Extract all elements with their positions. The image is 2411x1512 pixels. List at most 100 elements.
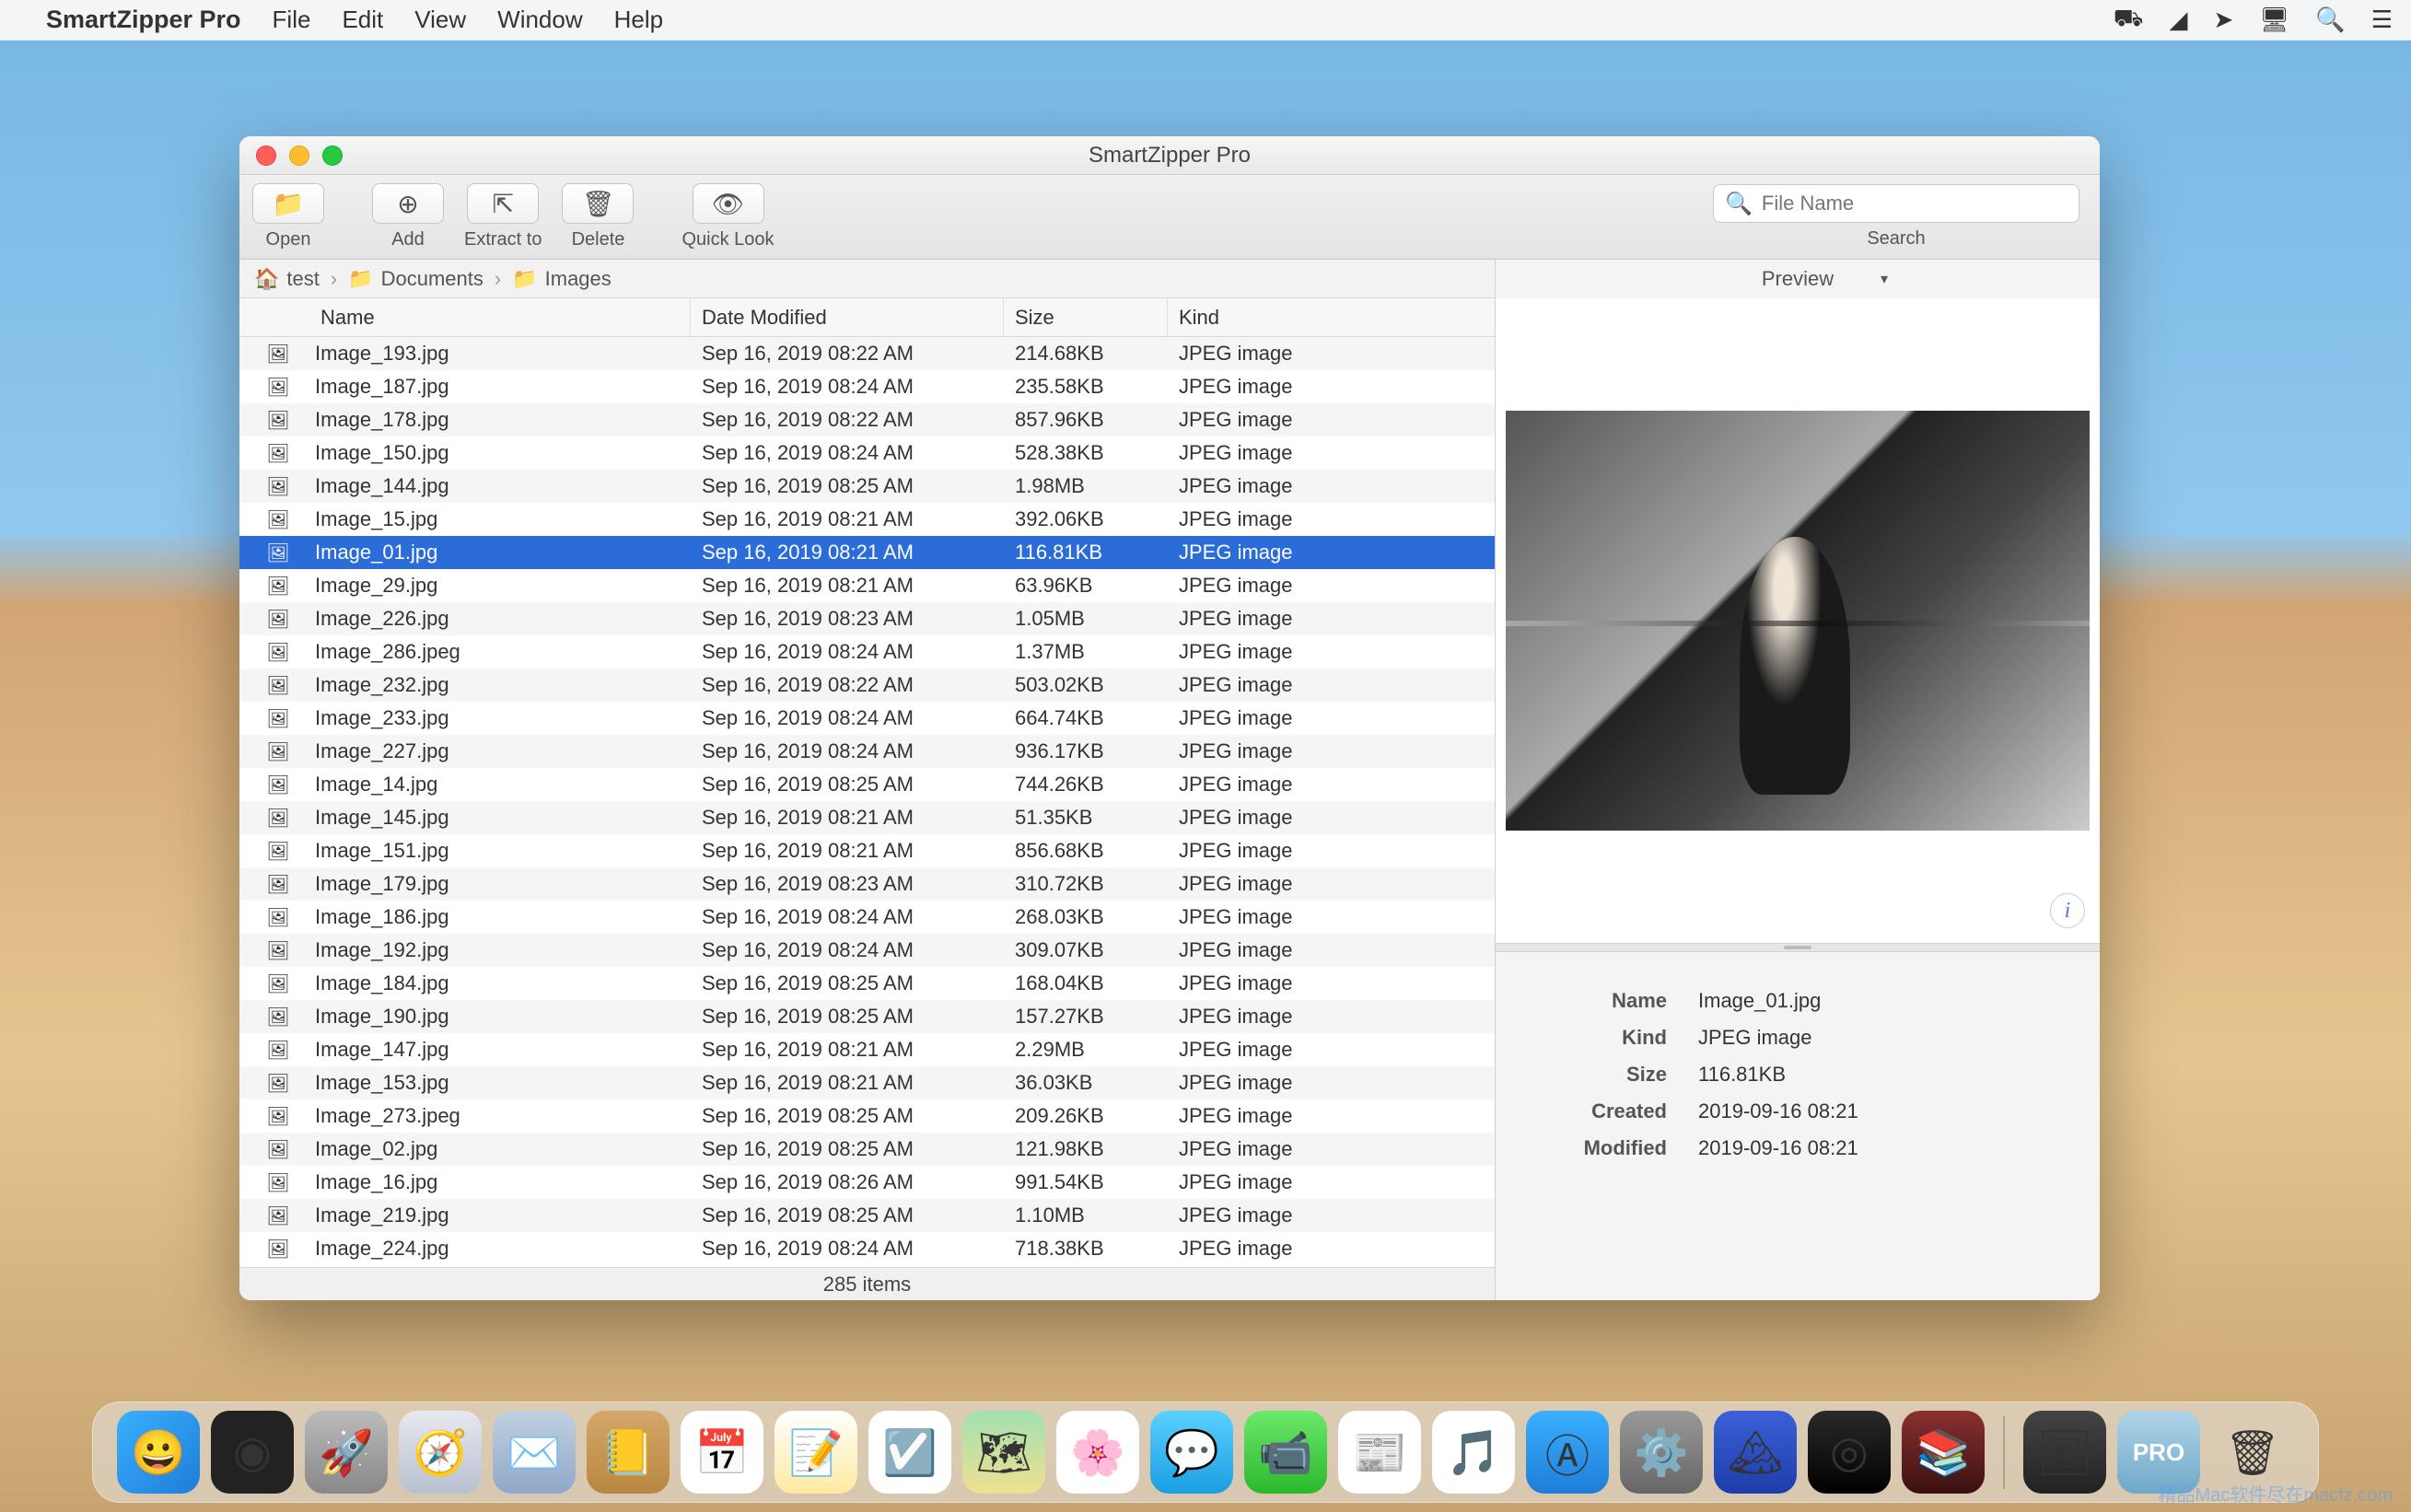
file-size: 209.26KB xyxy=(1004,1104,1168,1128)
preview-image[interactable] xyxy=(1506,411,2090,831)
file-date: Sep 16, 2019 08:24 AM xyxy=(691,706,1004,730)
info-icon[interactable]: i xyxy=(2050,893,2085,928)
table-row[interactable]: 🖼Image_145.jpgSep 16, 2019 08:21 AM51.35… xyxy=(239,801,1495,834)
table-row[interactable]: 🖼Image_186.jpgSep 16, 2019 08:24 AM268.0… xyxy=(239,901,1495,934)
menu-view[interactable]: View xyxy=(414,6,466,34)
table-row[interactable]: 🖼Image_226.jpgSep 16, 2019 08:23 AM1.05M… xyxy=(239,602,1495,635)
meta-modified-label: Modified xyxy=(1514,1136,1698,1160)
file-kind: JPEG image xyxy=(1168,1038,1495,1062)
table-row[interactable]: 🖼Image_286.jpegSep 16, 2019 08:24 AM1.37… xyxy=(239,635,1495,669)
file-name: Image_145.jpg xyxy=(291,806,691,830)
dock-safari[interactable]: 🧭 xyxy=(399,1411,482,1494)
display-icon[interactable]: 🖥 xyxy=(2259,6,2289,34)
dock-app1[interactable]: 🏔 xyxy=(1714,1411,1797,1494)
table-row[interactable]: 🖼Image_187.jpgSep 16, 2019 08:24 AM235.5… xyxy=(239,370,1495,403)
table-row[interactable]: 🖼Image_144.jpgSep 16, 2019 08:25 AM1.98M… xyxy=(239,470,1495,503)
dock-minimized[interactable]: 🖼 xyxy=(2023,1411,2106,1494)
dock-launchpad[interactable]: 🚀 xyxy=(305,1411,388,1494)
table-row[interactable]: 🖼Image_227.jpgSep 16, 2019 08:24 AM936.1… xyxy=(239,735,1495,768)
column-name[interactable]: Name xyxy=(239,298,691,336)
column-kind[interactable]: Kind xyxy=(1168,298,1495,336)
dock-messages[interactable]: 💬 xyxy=(1150,1411,1233,1494)
list-icon[interactable]: ☰ xyxy=(2371,6,2393,34)
menu-window[interactable]: Window xyxy=(497,6,582,34)
dock-maps[interactable]: 🗺 xyxy=(962,1411,1045,1494)
table-row[interactable]: 🖼Image_190.jpgSep 16, 2019 08:25 AM157.2… xyxy=(239,1000,1495,1033)
table-row[interactable]: 🖼Image_15.jpgSep 16, 2019 08:21 AM392.06… xyxy=(239,503,1495,536)
search-input[interactable] xyxy=(1762,192,2067,215)
table-row[interactable]: 🖼Image_14.jpgSep 16, 2019 08:25 AM744.26… xyxy=(239,768,1495,801)
minimize-button[interactable] xyxy=(289,145,309,166)
dock-contacts[interactable]: 📒 xyxy=(587,1411,670,1494)
file-date: Sep 16, 2019 08:24 AM xyxy=(691,905,1004,929)
dock-app3[interactable]: 📚 xyxy=(1902,1411,1985,1494)
menu-edit[interactable]: Edit xyxy=(342,6,383,34)
table-row[interactable]: 🖼Image_178.jpgSep 16, 2019 08:22 AM857.9… xyxy=(239,403,1495,436)
crumb-documents[interactable]: Documents xyxy=(381,267,483,291)
splitter[interactable] xyxy=(1496,943,2100,952)
table-row[interactable]: 🖼Image_192.jpgSep 16, 2019 08:24 AM309.0… xyxy=(239,934,1495,967)
table-row[interactable]: 🖼Image_273.jpegSep 16, 2019 08:25 AM209.… xyxy=(239,1099,1495,1133)
menu-file[interactable]: File xyxy=(273,6,311,34)
column-date[interactable]: Date Modified xyxy=(691,298,1004,336)
chevron-down-icon[interactable]: ▾ xyxy=(1881,270,1888,288)
dock-notes[interactable]: 📝 xyxy=(775,1411,857,1494)
table-row[interactable]: 🖼Image_150.jpgSep 16, 2019 08:24 AM528.3… xyxy=(239,436,1495,470)
spotlight-icon[interactable]: 🔍 xyxy=(2315,6,2345,34)
table-row[interactable]: 🖼Image_16.jpgSep 16, 2019 08:26 AM991.54… xyxy=(239,1166,1495,1199)
file-size: 310.72KB xyxy=(1004,872,1168,896)
dock-calendar[interactable]: 📅 xyxy=(681,1411,763,1494)
table-row[interactable]: 🖼Image_147.jpgSep 16, 2019 08:21 AM2.29M… xyxy=(239,1033,1495,1066)
dock-siri[interactable]: ◉ xyxy=(211,1411,294,1494)
close-button[interactable] xyxy=(256,145,276,166)
table-row[interactable]: 🖼Image_179.jpgSep 16, 2019 08:23 AM310.7… xyxy=(239,867,1495,901)
preview-image-zone: i xyxy=(1496,298,2100,943)
titlebar[interactable]: SmartZipper Pro xyxy=(239,136,2100,175)
dock-facetime[interactable]: 📹 xyxy=(1244,1411,1327,1494)
add-button[interactable]: ⊕ Add xyxy=(372,183,444,250)
file-list[interactable]: 🖼Image_193.jpgSep 16, 2019 08:22 AM214.6… xyxy=(239,337,1495,1267)
app-menu[interactable]: SmartZipper Pro xyxy=(46,6,241,34)
menu-help[interactable]: Help xyxy=(614,6,663,34)
table-row[interactable]: 🖼Image_184.jpgSep 16, 2019 08:25 AM168.0… xyxy=(239,967,1495,1000)
table-row[interactable]: 🖼Image_219.jpgSep 16, 2019 08:25 AM1.10M… xyxy=(239,1199,1495,1232)
table-row[interactable]: 🖼Image_151.jpgSep 16, 2019 08:21 AM856.6… xyxy=(239,834,1495,867)
open-button[interactable]: 📁 Open xyxy=(252,183,324,250)
watermark: 精品Mac软件尽在macfz.com xyxy=(2159,1480,2393,1506)
file-size: 936.17KB xyxy=(1004,739,1168,763)
table-row[interactable]: 🖼Image_29.jpgSep 16, 2019 08:21 AM63.96K… xyxy=(239,569,1495,602)
column-size[interactable]: Size xyxy=(1004,298,1168,336)
dock-appstore[interactable]: Ⓐ xyxy=(1526,1411,1609,1494)
zoom-button[interactable] xyxy=(322,145,343,166)
dock-settings[interactable]: ⚙️ xyxy=(1620,1411,1703,1494)
home-icon[interactable]: 🏠 xyxy=(254,267,279,291)
forklift-icon[interactable]: ⛟ xyxy=(2114,4,2144,36)
preview-header[interactable]: Preview ▾ xyxy=(1496,260,2100,298)
extract-button[interactable]: ⇱ Extract to xyxy=(464,183,542,250)
file-kind: JPEG image xyxy=(1168,739,1495,763)
table-row[interactable]: 🖼Image_01.jpgSep 16, 2019 08:21 AM116.81… xyxy=(239,536,1495,569)
file-name: Image_187.jpg xyxy=(291,375,691,399)
dock-finder[interactable]: 😀 xyxy=(117,1411,200,1494)
dock-photos[interactable]: 🌸 xyxy=(1056,1411,1139,1494)
scrollbar[interactable] xyxy=(1463,337,1491,1267)
dock-news[interactable]: 📰 xyxy=(1338,1411,1421,1494)
table-row[interactable]: 🖼Image_224.jpgSep 16, 2019 08:24 AM718.3… xyxy=(239,1232,1495,1265)
table-row[interactable]: 🖼Image_193.jpgSep 16, 2019 08:22 AM214.6… xyxy=(239,337,1495,370)
notification-icon[interactable]: ◢ xyxy=(2170,6,2188,34)
dock-itunes[interactable]: 🎵 xyxy=(1432,1411,1515,1494)
search-box[interactable]: 🔍 xyxy=(1713,184,2079,223)
table-row[interactable]: 🖼Image_153.jpgSep 16, 2019 08:21 AM36.03… xyxy=(239,1066,1495,1099)
file-icon: 🖼 xyxy=(265,707,291,730)
cursor-icon[interactable]: ➤ xyxy=(2214,6,2234,34)
table-row[interactable]: 🖼Image_232.jpgSep 16, 2019 08:22 AM503.0… xyxy=(239,669,1495,702)
crumb-images[interactable]: Images xyxy=(545,267,611,291)
table-row[interactable]: 🖼Image_233.jpgSep 16, 2019 08:24 AM664.7… xyxy=(239,702,1495,735)
table-row[interactable]: 🖼Image_02.jpgSep 16, 2019 08:25 AM121.98… xyxy=(239,1133,1495,1166)
delete-button[interactable]: 🗑 Delete xyxy=(562,183,634,250)
crumb-test[interactable]: test xyxy=(286,267,319,291)
dock-mail[interactable]: ✉️ xyxy=(493,1411,576,1494)
quicklook-button[interactable]: 👁 Quick Look xyxy=(681,183,774,250)
dock-app2[interactable]: ◎ xyxy=(1808,1411,1891,1494)
dock-reminders[interactable]: ☑️ xyxy=(868,1411,951,1494)
